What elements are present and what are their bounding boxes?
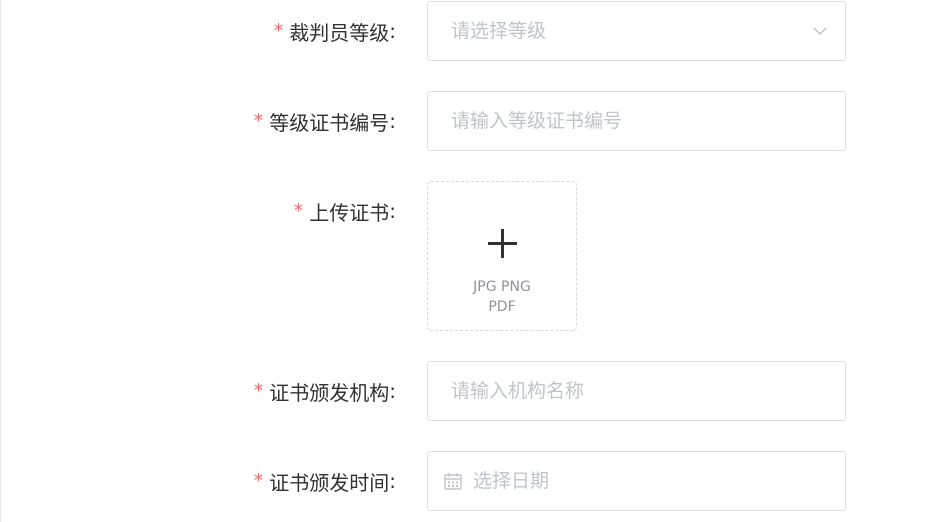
field-label-text: 上传证书 bbox=[309, 200, 390, 225]
field-label: * 等级证书编号 : bbox=[254, 91, 396, 151]
referee-level-select-placeholder: 请选择等级 bbox=[451, 20, 547, 42]
referee-level-select[interactable]: 请选择等级 bbox=[427, 1, 846, 61]
field-label: * 证书颁发机构 : bbox=[254, 361, 396, 421]
issue-date-picker[interactable]: 选择日期 bbox=[427, 451, 846, 511]
page-left-border bbox=[0, 0, 1, 522]
field-label-colon: : bbox=[389, 469, 396, 493]
certificate-number-input-placeholder: 请输入等级证书编号 bbox=[451, 110, 623, 132]
required-asterisk: * bbox=[253, 380, 264, 402]
field-label: * 证书颁发时间 : bbox=[254, 451, 396, 511]
certificate-upload-box[interactable]: JPG PNG PDF bbox=[427, 181, 577, 331]
field-label: * 上传证书 : bbox=[294, 181, 396, 241]
certificate-number-input[interactable]: 请输入等级证书编号 bbox=[427, 91, 846, 151]
field-label-text: 裁判员等级 bbox=[289, 20, 390, 45]
field-label-colon: : bbox=[389, 379, 396, 403]
issuing-authority-input[interactable]: 请输入机构名称 bbox=[427, 361, 846, 421]
required-asterisk: * bbox=[253, 110, 264, 132]
field-label-text: 证书颁发时间 bbox=[269, 470, 390, 495]
field-label-colon: : bbox=[389, 19, 396, 43]
field-label-colon: : bbox=[389, 109, 396, 133]
issuing-authority-input-placeholder: 请输入机构名称 bbox=[451, 380, 585, 402]
required-asterisk: * bbox=[253, 470, 264, 492]
required-asterisk: * bbox=[293, 200, 304, 222]
upload-format-hint: PDF bbox=[488, 299, 516, 315]
field-label-text: 等级证书编号 bbox=[269, 110, 390, 135]
chevron-down-icon[interactable] bbox=[813, 24, 827, 38]
field-label-colon: : bbox=[389, 199, 396, 223]
plus-icon[interactable] bbox=[488, 229, 517, 258]
upload-format-hint: JPG PNG bbox=[473, 279, 531, 295]
issue-date-picker-placeholder: 选择日期 bbox=[473, 470, 550, 492]
calendar-icon bbox=[444, 473, 462, 490]
field-label-text: 证书颁发机构 bbox=[269, 380, 390, 405]
field-label: * 裁判员等级 : bbox=[274, 1, 396, 61]
required-asterisk: * bbox=[273, 20, 284, 42]
